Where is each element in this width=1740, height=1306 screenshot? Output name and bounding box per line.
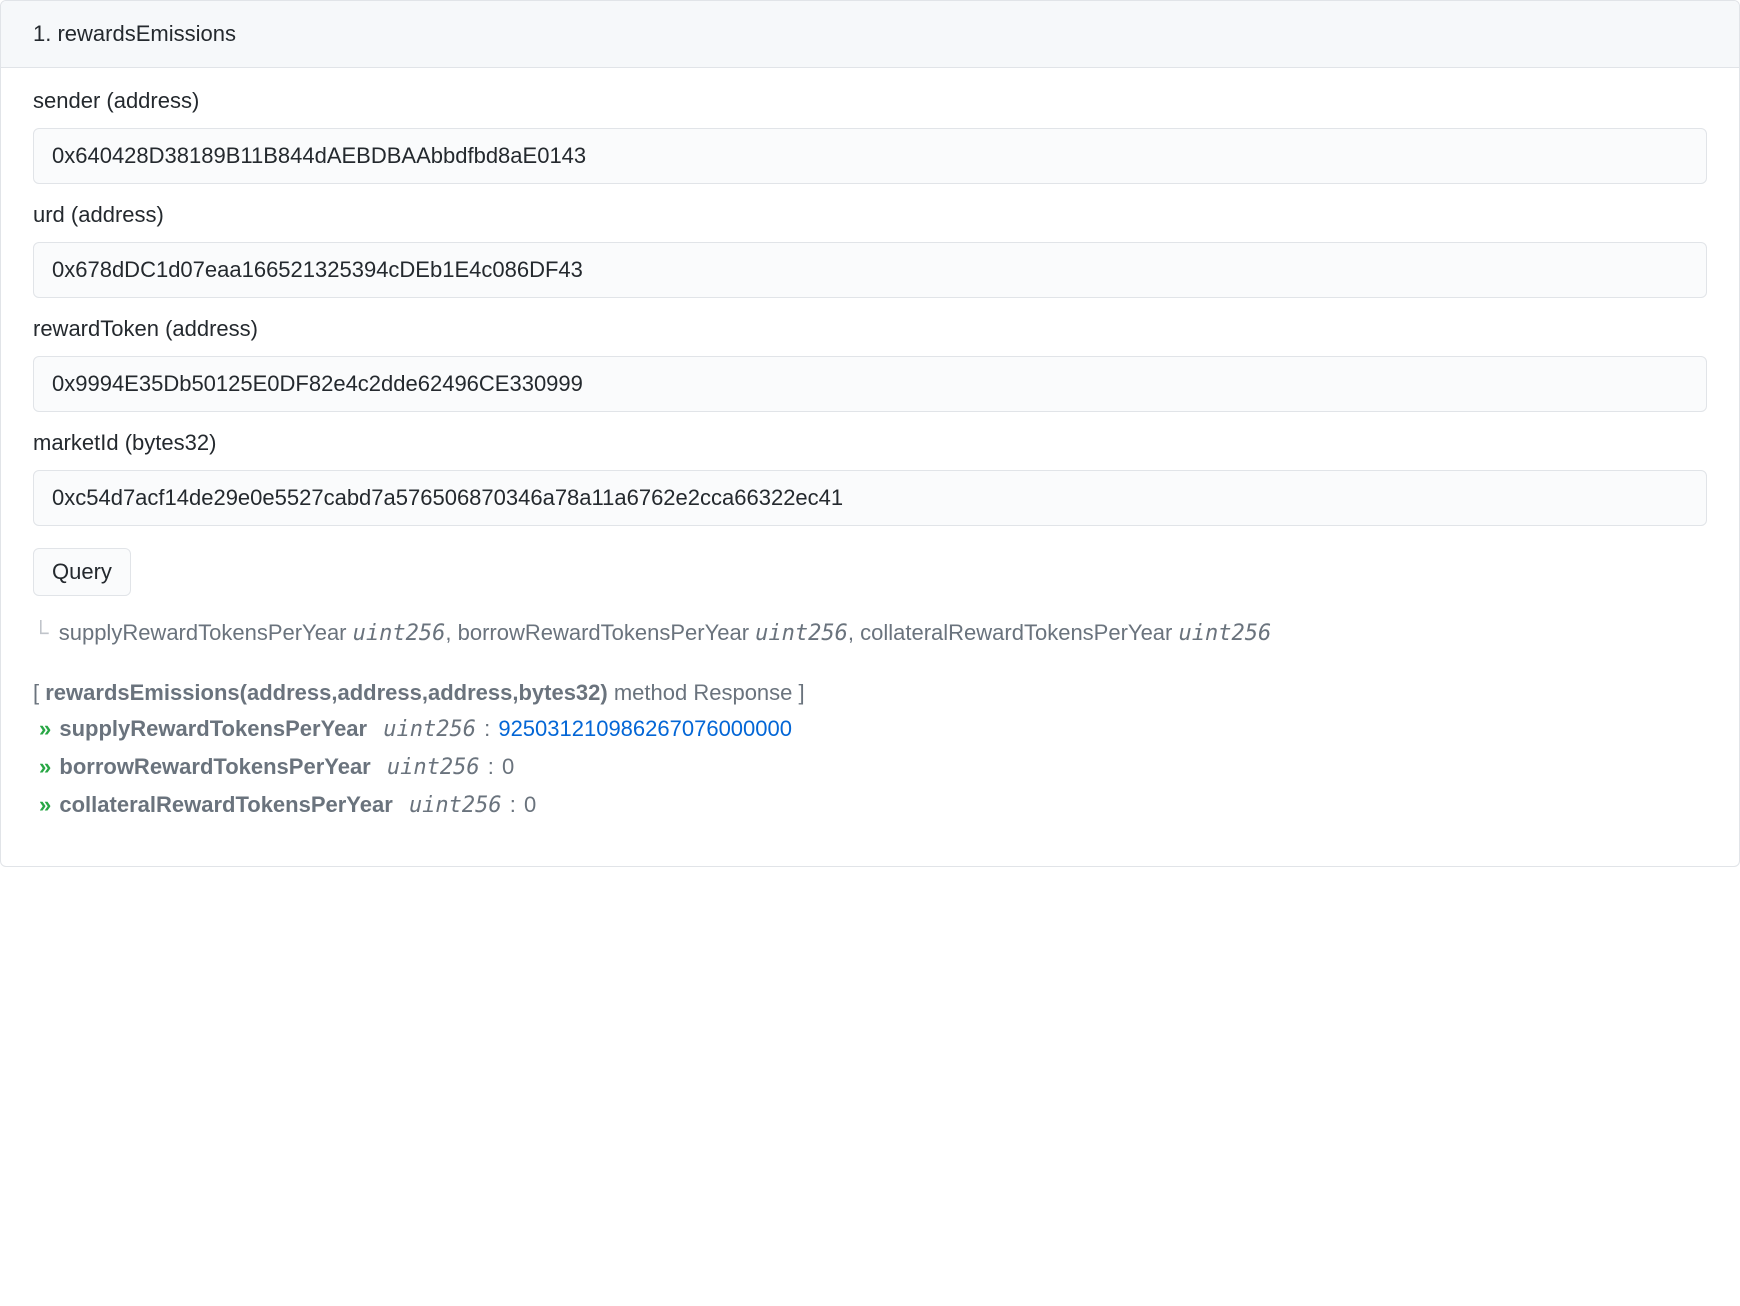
panel-title: 1. rewardsEmissions	[33, 21, 236, 46]
rewardtoken-input[interactable]	[33, 356, 1707, 412]
colon: :	[510, 792, 516, 817]
response-var-name: collateralRewardTokensPerYear	[59, 792, 392, 817]
response-row: » supplyRewardTokensPerYear uint256 : 92…	[33, 712, 1707, 746]
bracket: [	[33, 680, 45, 705]
field-marketid: marketId (bytes32)	[33, 430, 1707, 526]
return-signature: └ supplyRewardTokensPerYear uint256, bor…	[33, 616, 1707, 650]
panel-body: sender (address) urd (address) rewardTok…	[1, 68, 1739, 866]
function-panel: 1. rewardsEmissions sender (address) urd…	[0, 0, 1740, 867]
return-param-name: supplyRewardTokensPerYear	[59, 620, 347, 645]
response-row: » borrowRewardTokensPerYear uint256 : 0	[33, 750, 1707, 784]
response-value: 0	[524, 792, 536, 817]
colon: :	[488, 754, 494, 779]
field-urd: urd (address)	[33, 202, 1707, 298]
field-label: rewardToken (address)	[33, 316, 1707, 342]
response-var-type: uint256	[383, 717, 476, 742]
response-row: » collateralRewardTokensPerYear uint256 …	[33, 788, 1707, 822]
chevron-right-icon: »	[39, 754, 51, 779]
return-param-type: uint256	[755, 621, 848, 646]
panel-header[interactable]: 1. rewardsEmissions	[1, 1, 1739, 68]
query-button[interactable]: Query	[33, 548, 131, 596]
colon: :	[484, 716, 490, 741]
return-param-type: uint256	[353, 621, 446, 646]
response-var-name: supplyRewardTokensPerYear	[59, 716, 367, 741]
field-rewardtoken: rewardToken (address)	[33, 316, 1707, 412]
response-var-type: uint256	[387, 755, 480, 780]
response-value[interactable]: 925031210986267076000000	[498, 716, 792, 741]
return-param-name: collateralRewardTokensPerYear	[860, 620, 1172, 645]
response-var-type: uint256	[409, 793, 502, 818]
urd-input[interactable]	[33, 242, 1707, 298]
chevron-right-icon: »	[39, 716, 51, 741]
return-param-type: uint256	[1179, 621, 1272, 646]
field-label: sender (address)	[33, 88, 1707, 114]
chevron-right-icon: »	[39, 792, 51, 817]
corner-icon: └	[33, 616, 49, 649]
method-suffix: method Response ]	[608, 680, 805, 705]
field-label: urd (address)	[33, 202, 1707, 228]
method-signature: rewardsEmissions(address,address,address…	[45, 680, 608, 705]
field-sender: sender (address)	[33, 88, 1707, 184]
response-header: [ rewardsEmissions(address,address,addre…	[33, 680, 1707, 706]
marketid-input[interactable]	[33, 470, 1707, 526]
return-param-name: borrowRewardTokensPerYear	[458, 620, 749, 645]
field-label: marketId (bytes32)	[33, 430, 1707, 456]
response-value: 0	[502, 754, 514, 779]
response-var-name: borrowRewardTokensPerYear	[59, 754, 370, 779]
separator: ,	[848, 620, 860, 645]
sender-input[interactable]	[33, 128, 1707, 184]
separator: ,	[445, 620, 457, 645]
